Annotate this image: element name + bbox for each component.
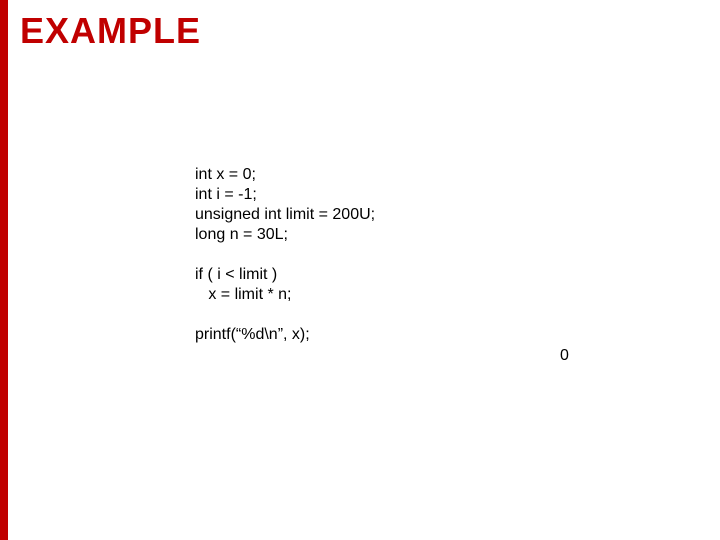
code-line: if ( i < limit ) (195, 266, 277, 283)
code-line: int x = 0; (195, 166, 256, 183)
code-line: printf(“%d\n”, x); (195, 326, 310, 343)
accent-bar (0, 0, 8, 540)
code-block: int x = 0; int i = -1; unsigned int limi… (195, 165, 375, 345)
code-line: unsigned int limit = 200U; (195, 206, 375, 223)
code-line: long n = 30L; (195, 226, 288, 243)
code-line: x = limit * n; (195, 286, 291, 303)
output-value: 0 (560, 347, 569, 365)
slide-title: EXAMPLE (20, 10, 201, 52)
code-line: int i = -1; (195, 186, 257, 203)
